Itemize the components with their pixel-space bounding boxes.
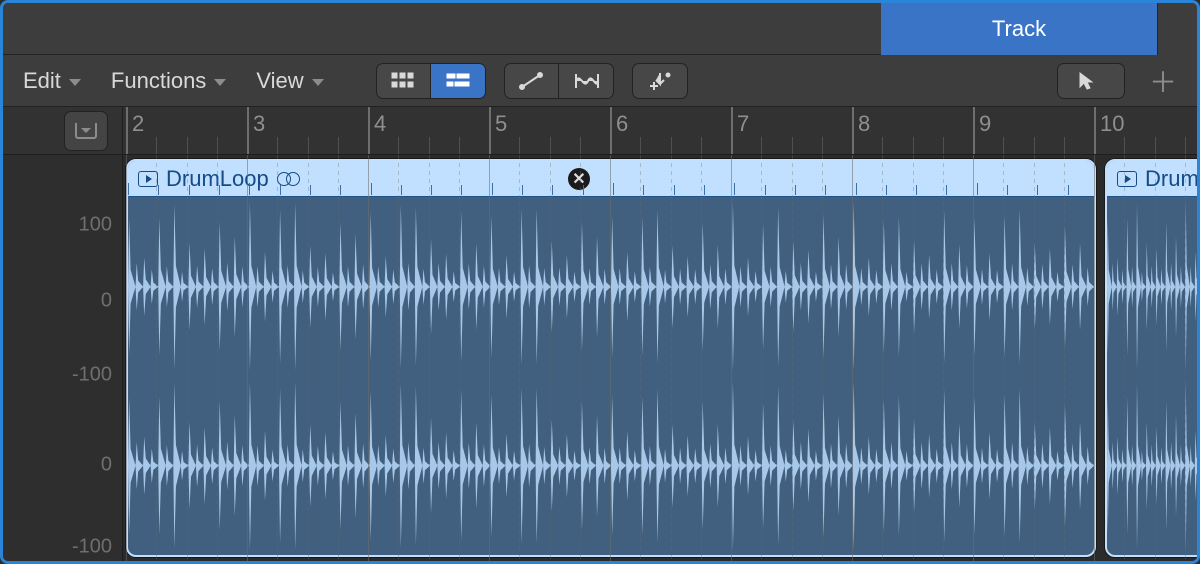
tool-select-group: [1057, 63, 1125, 99]
waveform-right: [128, 378, 1094, 553]
menu-edit-label: Edit: [23, 68, 61, 94]
tab-track[interactable]: Track: [881, 3, 1157, 55]
editor-toolbar: Edit Functions View: [3, 55, 1197, 107]
flex-button[interactable]: [559, 63, 613, 99]
menu-view[interactable]: View: [250, 64, 329, 98]
add-icon: ＋: [1149, 67, 1177, 98]
tab-next[interactable]: [1157, 3, 1197, 55]
list-icon: [444, 70, 472, 92]
flex-icon: [572, 70, 600, 92]
amplitude-tick-label: 0: [101, 454, 112, 477]
track-header-gutter: [3, 107, 123, 154]
edit-mode-group: [504, 63, 614, 99]
region-play-icon: [138, 171, 158, 187]
ruler-bar-label: 4: [374, 111, 386, 137]
ruler-bar-label: 9: [979, 111, 991, 137]
list-view-button[interactable]: [431, 63, 485, 99]
amplitude-tick-label: -100: [72, 364, 112, 387]
marquee-zoom-icon: [646, 70, 674, 92]
track-area: 100 0 -100 0 -100 DrumLoop ✕: [3, 155, 1197, 561]
ruler-bar-label: 5: [495, 111, 507, 137]
audio-region-drumloop[interactable]: DrumLoop ✕: [126, 159, 1096, 557]
chevron-down-icon: [214, 79, 226, 86]
pointer-tool-button[interactable]: [1058, 63, 1124, 99]
menu-functions[interactable]: Functions: [105, 64, 232, 98]
ruler-bar-label: 3: [253, 111, 265, 137]
chevron-down-box-icon: [75, 123, 97, 139]
waveform-channel-right: [1107, 378, 1197, 553]
pointer-tool-icon: [1074, 70, 1102, 92]
amplitude-tick-label: 0: [101, 290, 112, 313]
view-mode-group: [376, 63, 486, 99]
waveform-right: [1107, 378, 1197, 553]
waveform-channel-left: [1107, 199, 1197, 374]
catch-group: [632, 63, 688, 99]
chevron-down-icon: [69, 79, 81, 86]
ruler-bar-label: 2: [132, 111, 144, 137]
waveform-channel-right: [128, 378, 1094, 553]
waveform-channel-left: [128, 199, 1094, 374]
automation-curve-icon: [517, 70, 545, 92]
amplitude-tick-label: 100: [79, 214, 112, 237]
amplitude-tick-label: -100: [72, 536, 112, 559]
ruler-bar-label: 6: [616, 111, 628, 137]
audio-region-next[interactable]: Drum: [1105, 159, 1197, 557]
grid-icon: [389, 70, 417, 92]
bar-ruler[interactable]: 2 3 4 5 6 7 8 9 10: [123, 107, 1197, 154]
chevron-down-icon: [312, 79, 324, 86]
menu-functions-label: Functions: [111, 68, 206, 94]
menu-view-label: View: [256, 68, 303, 94]
amplitude-gutter: 100 0 -100 0 -100: [3, 155, 123, 561]
add-tool-button[interactable]: ＋: [1143, 61, 1183, 101]
region-header[interactable]: DrumLoop ✕: [128, 161, 1094, 197]
menu-edit[interactable]: Edit: [17, 64, 87, 98]
automation-button[interactable]: [505, 63, 559, 99]
audio-editor-window: Track Edit Functions View: [0, 0, 1200, 564]
bar-ruler-row: 2 3 4 5 6 7 8 9 10: [3, 107, 1197, 155]
region-name-label: Drum: [1145, 166, 1197, 192]
stereo-icon: [277, 172, 300, 186]
ruler-bar-label: 8: [858, 111, 870, 137]
region-body: [1107, 197, 1197, 555]
waveform-left: [128, 199, 1094, 374]
ruler-bar-label: 10: [1100, 111, 1124, 137]
region-play-icon: [1117, 171, 1137, 187]
region-header[interactable]: Drum: [1107, 161, 1197, 197]
catch-playhead-button[interactable]: [633, 63, 687, 99]
region-lane[interactable]: DrumLoop ✕: [123, 155, 1197, 561]
ruler-bar-label: 7: [737, 111, 749, 137]
waveform-left: [1107, 199, 1197, 374]
region-body: [128, 197, 1094, 555]
grid-view-button[interactable]: [377, 63, 431, 99]
editor-tab-bar: Track: [3, 3, 1197, 55]
track-header-toggle[interactable]: [64, 111, 108, 151]
